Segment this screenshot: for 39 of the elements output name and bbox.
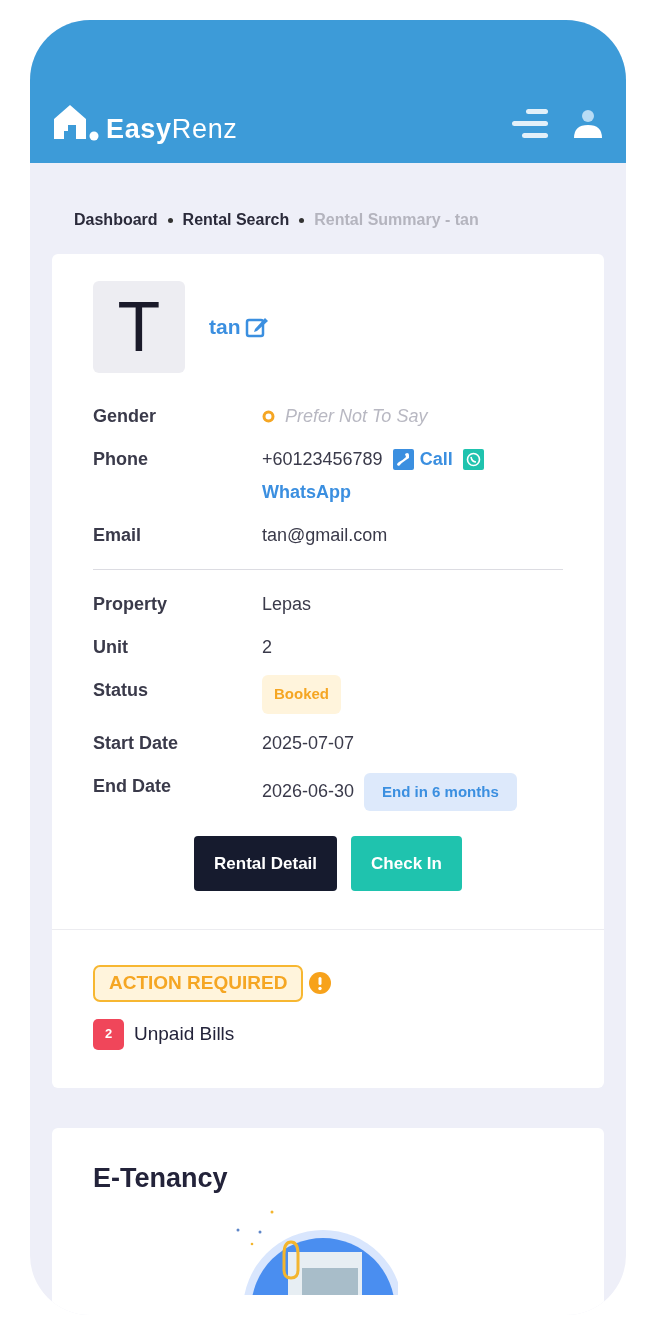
field-label: Email [93, 524, 143, 547]
section-title: E-Tenancy [93, 1161, 229, 1195]
field-value: Lepas [262, 593, 312, 616]
whatsapp-link[interactable]: WhatsApp [262, 479, 563, 506]
action-required-badge: ACTION REQUIRED [93, 965, 304, 1002]
field-label: Status [93, 679, 149, 702]
menu-icon[interactable] [512, 109, 550, 139]
field-label: Property [93, 593, 169, 616]
tenant-name[interactable]: tan [209, 311, 241, 343]
call-link[interactable]: Call [419, 446, 453, 473]
breadcrumb-link[interactable]: Rental Summary - tan [314, 208, 479, 232]
count-badge: 2 [93, 1018, 124, 1050]
ring-icon [262, 410, 275, 423]
detail-button[interactable]: Rental Detail [194, 836, 338, 891]
phone-icon[interactable] [392, 449, 414, 470]
brand-name: EasyRenz [106, 116, 238, 143]
field-label: Gender [93, 405, 158, 428]
field-value: 2026-06-30 [262, 780, 355, 804]
field-label: Phone [93, 448, 149, 471]
warning-icon [309, 972, 332, 995]
field-value: 2 [262, 636, 272, 659]
chat-icon[interactable] [462, 449, 484, 470]
field-value: 2025-07-07 [262, 731, 355, 755]
field-value: +60123456789 [262, 448, 383, 471]
status-badge: Booked [262, 675, 341, 714]
duration-tag: End in 6 months [364, 772, 517, 811]
breadcrumb-link[interactable]: Rental Search [182, 208, 290, 232]
breadcrumb-link[interactable]: Dashboard [74, 208, 158, 232]
item-label[interactable]: Unpaid Bills [134, 1019, 235, 1049]
field-label: Start Date [93, 731, 180, 755]
house-logo-icon [52, 103, 100, 143]
field-value: Prefer Not To Say [285, 405, 428, 428]
field-label: Unit [93, 636, 129, 659]
check-in-button[interactable]: Check In [351, 836, 462, 891]
field-label: End Date [93, 774, 172, 798]
user-icon[interactable] [572, 109, 604, 139]
edit-icon[interactable] [244, 315, 269, 339]
avatar-initial: T [93, 281, 185, 373]
field-value: tan@gmail.com [262, 524, 388, 547]
